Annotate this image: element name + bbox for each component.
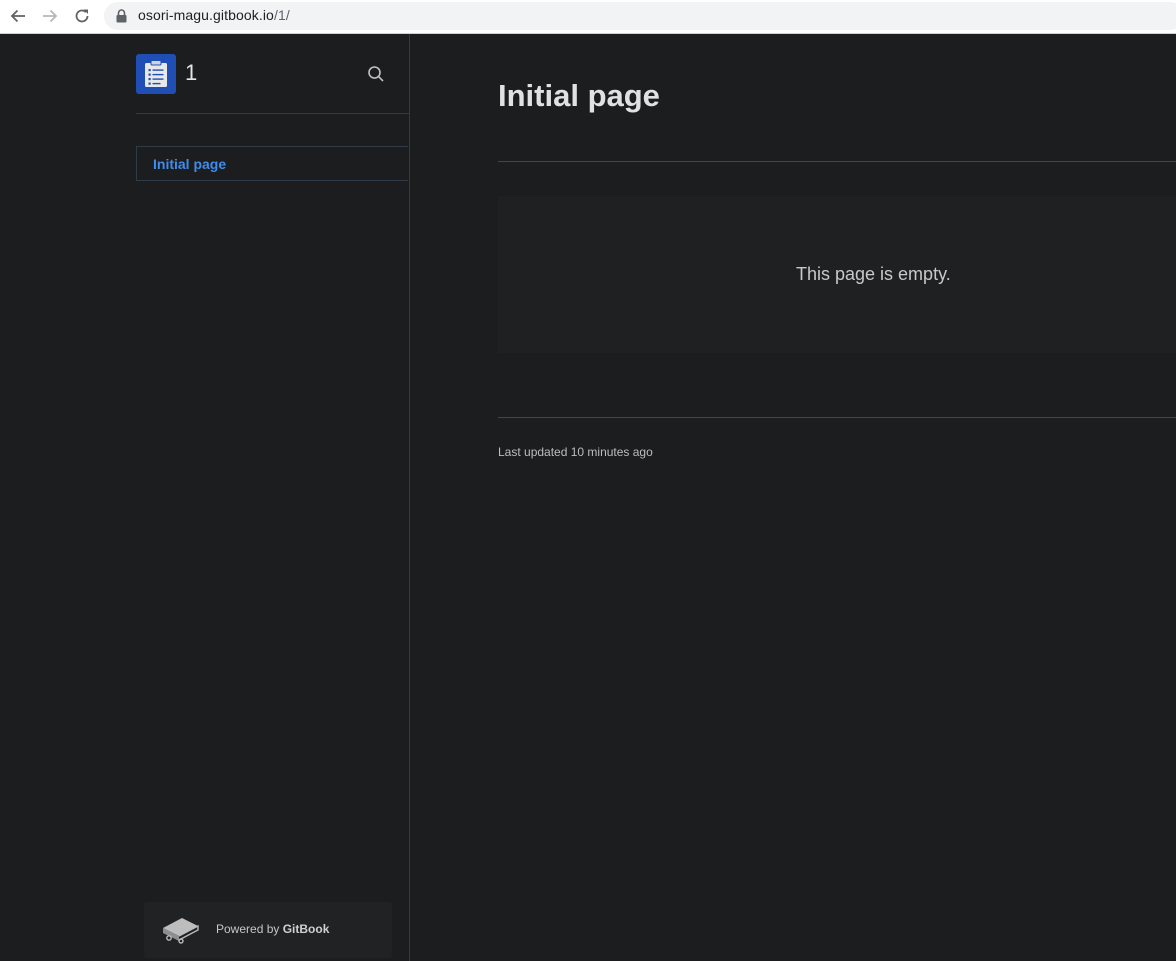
powered-by-gitbook-link[interactable]: Powered by GitBook — [144, 902, 392, 958]
forward-button[interactable] — [38, 5, 62, 27]
last-updated-text: Last updated 10 minutes ago — [498, 445, 653, 459]
powered-by-prefix: Powered by — [216, 922, 283, 936]
space-logo[interactable] — [136, 54, 176, 94]
search-button[interactable] — [367, 65, 385, 83]
sidebar-item-initial-page[interactable]: Initial page — [136, 146, 408, 181]
back-arrow-icon — [10, 9, 25, 23]
sidebar-header-divider — [136, 113, 409, 114]
sidebar-divider — [409, 34, 410, 961]
back-button[interactable] — [6, 5, 30, 27]
reload-icon — [75, 9, 89, 23]
reload-button[interactable] — [70, 5, 94, 27]
page-title: Initial page — [498, 78, 660, 113]
space-title[interactable]: 1 — [185, 60, 197, 86]
gitbook-icon — [163, 918, 199, 944]
footer-divider — [498, 417, 1176, 418]
browser-toolbar: osori-magu.gitbook.io/1/ — [0, 0, 1176, 34]
empty-page-message: This page is empty. — [796, 264, 951, 284]
forward-arrow-icon — [43, 9, 58, 23]
title-divider — [498, 161, 1176, 162]
lock-icon[interactable] — [116, 9, 127, 23]
url-path: /1/ — [273, 7, 290, 23]
url-host: osori-magu.gitbook.io — [138, 7, 274, 23]
empty-page-placeholder: This page is empty. — [498, 196, 1176, 353]
search-icon — [368, 66, 384, 82]
powered-by-brand: GitBook — [282, 922, 330, 936]
notepad-logo-icon — [145, 60, 167, 87]
powered-by-text: Powered by GitBook — [216, 922, 329, 936]
url-text[interactable]: osori-magu.gitbook.io/1/ — [138, 7, 290, 23]
sidebar-item-label: Initial page — [153, 155, 227, 172]
gitbook-page: 1 Initial page Powered by GitBook Initia… — [0, 34, 1176, 961]
